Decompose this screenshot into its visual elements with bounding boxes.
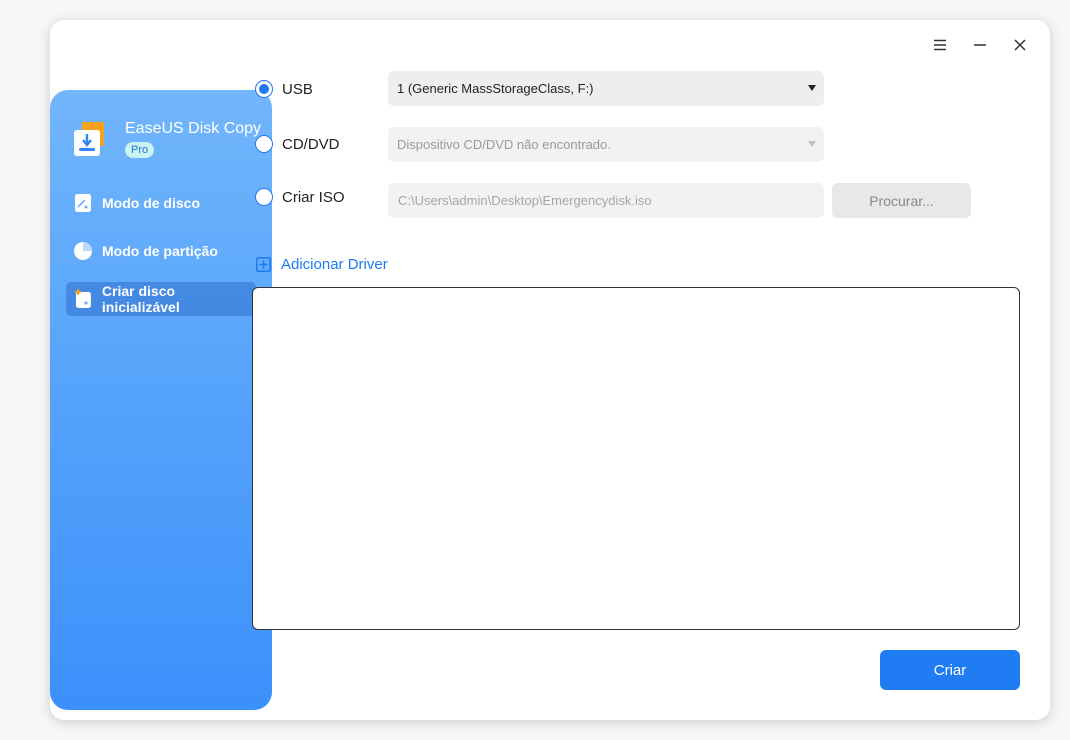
cddvd-device-select[interactable]: Dispositivo CD/DVD não encontrado. (388, 127, 824, 162)
driver-list-box[interactable] (252, 287, 1020, 630)
usb-radio[interactable] (255, 80, 273, 98)
brand: EaseUS Disk Copy Pro (70, 118, 261, 160)
usb-option: USB (255, 80, 378, 98)
browse-button[interactable]: Procurar... (832, 183, 971, 218)
menu-icon[interactable] (924, 34, 956, 56)
app-window: EaseUS Disk Copy Pro Modo de disco Modo … (50, 20, 1050, 720)
iso-path-field[interactable]: C:\Users\admin\Desktop\Emergencydisk.iso (388, 183, 824, 218)
cddvd-device-value: Dispositivo CD/DVD não encontrado. (397, 137, 611, 152)
cddvd-label: CD/DVD (282, 135, 340, 153)
create-button[interactable]: Criar (880, 650, 1020, 690)
cddvd-option: CD/DVD (255, 135, 378, 153)
sidebar-item-create-bootable[interactable]: Criar disco inicializável (66, 282, 256, 316)
sidebar-item-label: Criar disco inicializável (101, 283, 180, 315)
sidebar-item-label: Modo de partição (102, 243, 218, 259)
add-driver-link[interactable]: Adicionar Driver (256, 256, 388, 273)
pie-partition-icon (74, 242, 92, 260)
disk-copy-logo-icon (74, 122, 104, 156)
usb-label: USB (282, 80, 313, 98)
add-driver-label: Adicionar Driver (281, 256, 388, 273)
usb-device-select[interactable]: 1 (Generic MassStorageClass, F:) (388, 71, 824, 106)
sidebar-item-disk-mode[interactable]: Modo de disco (66, 186, 256, 220)
window-controls (924, 34, 1036, 56)
minimize-icon[interactable] (964, 34, 996, 56)
sidebar-item-partition-mode[interactable]: Modo de partição (66, 234, 256, 268)
pro-badge: Pro (125, 142, 155, 158)
disk-icon (75, 194, 91, 212)
dropdown-arrow-icon (808, 85, 816, 91)
iso-label: Criar ISO (282, 188, 345, 206)
iso-radio[interactable] (255, 188, 273, 206)
app-name: EaseUS Disk Copy (125, 120, 262, 137)
sidebar-item-label: Modo de disco (102, 195, 200, 211)
dropdown-arrow-icon (808, 141, 816, 147)
plus-square-icon (256, 257, 271, 272)
iso-option: Criar ISO (255, 188, 378, 206)
cddvd-radio[interactable] (255, 135, 273, 153)
sidebar: EaseUS Disk Copy Pro Modo de disco Modo … (50, 90, 272, 710)
iso-path-value: C:\Users\admin\Desktop\Emergencydisk.iso (398, 193, 652, 208)
close-icon[interactable] (1004, 34, 1036, 56)
usb-device-value: 1 (Generic MassStorageClass, F:) (397, 81, 594, 96)
bootable-disk-icon (74, 289, 91, 308)
sidebar-nav: Modo de disco Modo de partição Criar dis… (66, 186, 256, 330)
